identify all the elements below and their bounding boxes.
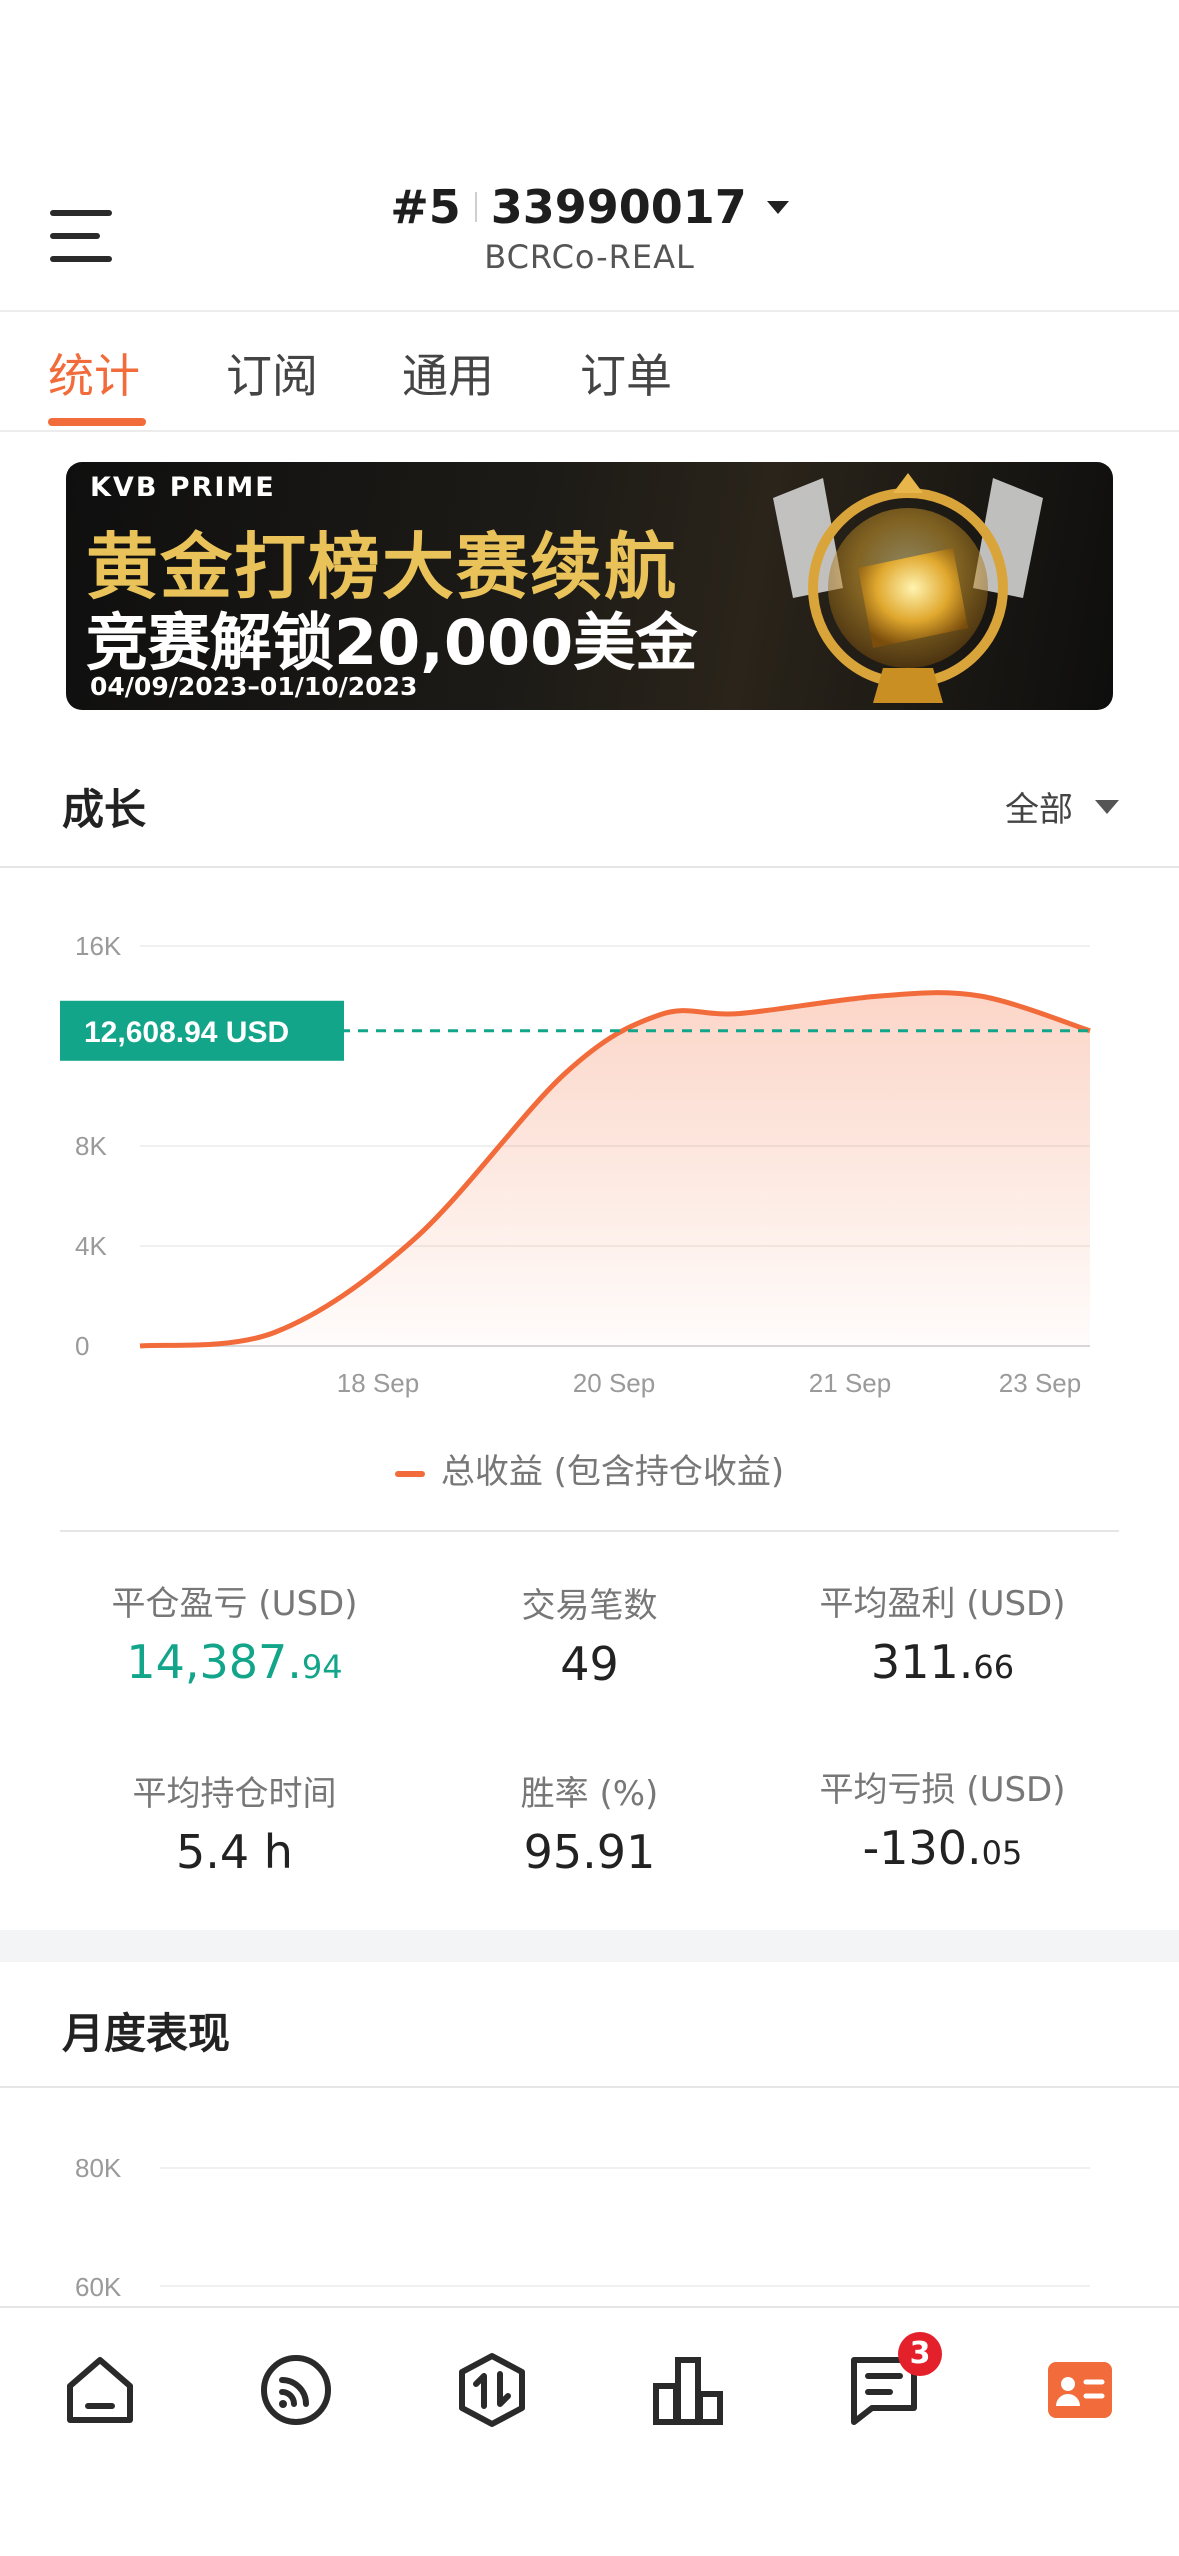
legend-label: 总收益 (包含持仓收益) [440, 1452, 785, 1492]
chart-legend: 总收益 (包含持仓收益) [0, 1444, 1179, 1493]
stat-label: 平均持仓时间 [132, 1774, 337, 1814]
x-tick-label: 21 Sep [809, 1368, 891, 1398]
period-filter-dropdown[interactable]: 全部 [1005, 782, 1119, 831]
bottom-navigation: 3 [0, 2306, 1179, 2556]
stat-trade-count: 交易笔数 49 [393, 1578, 786, 1691]
account-rank: #5 [390, 180, 461, 234]
tab-bar: 统计 订阅 通用 订单 [0, 314, 1179, 432]
monthly-chart: 80K 60K [75, 2153, 1090, 2302]
account-switcher[interactable]: #5 33990017 BCRCo-REAL [0, 180, 1179, 276]
x-tick-label: 23 Sep [999, 1368, 1081, 1398]
banner-subtitle: 竞赛解锁20,000美金 [86, 606, 698, 679]
feed-icon [261, 2355, 331, 2425]
nav-trade[interactable] [452, 2350, 532, 2430]
y-tick-label: 0 [75, 1331, 89, 1361]
stat-label: 平仓盈亏 (USD) [111, 1584, 358, 1624]
stat-label: 交易笔数 [521, 1586, 658, 1626]
tab-orders[interactable]: 订单 [580, 340, 672, 406]
dropdown-caret-icon [766, 200, 789, 214]
trade-icon [459, 2353, 525, 2427]
stat-value: 14,387.94 [126, 1635, 343, 1689]
stat-closed-pnl: 平仓盈亏 (USD) 14,387.94 [38, 1576, 431, 1689]
stat-value: 5.4 h [176, 1825, 293, 1879]
nav-profile[interactable] [1040, 2350, 1120, 2430]
promo-banner[interactable]: KVB PRIME 黄金打榜大赛续航 竞赛解锁20,000美金 04/09/20… [66, 462, 1113, 710]
monthly-tick: 80K [75, 2153, 122, 2183]
app-header: #5 33990017 BCRCo-REAL [0, 0, 1179, 312]
stat-label: 胜率 (%) [520, 1774, 659, 1814]
current-value-tag: 12,608.94 USD [60, 1000, 344, 1061]
account-server: BCRCo-REAL [484, 238, 695, 276]
period-filter-label: 全部 [1005, 790, 1073, 830]
tab-general[interactable]: 通用 [402, 340, 494, 406]
section-divider [0, 2086, 1179, 2088]
y-tick-label: 4K [75, 1231, 107, 1261]
account-separator [474, 192, 477, 222]
y-tick-label: 16K [75, 931, 122, 961]
stat-win-rate: 胜率 (%) 95.91 [393, 1766, 786, 1879]
banner-date-range: 04/09/2023–01/10/2023 [90, 672, 418, 701]
stats-divider [60, 1530, 1119, 1532]
stat-value: 49 [560, 1637, 619, 1691]
stat-avg-holding-time: 平均持仓时间 5.4 h [38, 1766, 431, 1879]
banner-brand: KVB PRIME [90, 472, 276, 503]
rank-icon [653, 2357, 723, 2425]
active-tab-indicator [48, 418, 146, 426]
stat-value: 311.66 [870, 1635, 1015, 1689]
stat-avg-loss: 平均亏损 (USD) -130.05 [746, 1762, 1139, 1875]
home-icon [67, 2357, 133, 2423]
growth-chart: 12,608.94 USD 0 4K 8K 16K 18 Sep 20 Sep 21 Sep… [60, 931, 1091, 1398]
section-gap [0, 1930, 1179, 1962]
tab-statistics[interactable]: 统计 [48, 340, 140, 406]
nav-feed[interactable] [256, 2350, 336, 2430]
nav-messages[interactable]: 3 [844, 2332, 942, 2430]
chevron-down-icon [1095, 799, 1119, 814]
tab-subscriptions[interactable]: 订阅 [226, 340, 318, 406]
y-tick-label: 8K [75, 1131, 107, 1161]
monthly-tick: 60K [75, 2272, 122, 2302]
x-tick-label: 20 Sep [573, 1368, 655, 1398]
message-badge: 3 [898, 2332, 942, 2376]
stat-label: 平均亏损 (USD) [819, 1770, 1066, 1810]
trophy-icon [773, 473, 1043, 703]
current-value-label: 12,608.94 USD [84, 1016, 289, 1049]
nav-rank[interactable] [648, 2350, 728, 2430]
x-tick-label: 18 Sep [337, 1368, 419, 1398]
monthly-title: 月度表现 [62, 2009, 231, 2058]
stat-value: 95.91 [523, 1825, 656, 1879]
section-divider [0, 866, 1179, 868]
stat-avg-profit: 平均盈利 (USD) 311.66 [746, 1576, 1139, 1689]
stat-label: 平均盈利 (USD) [819, 1584, 1066, 1624]
growth-title: 成长 [62, 785, 147, 834]
account-number: 33990017 [490, 180, 747, 234]
stat-value: -130.05 [862, 1821, 1023, 1875]
profile-icon [1048, 2362, 1112, 2418]
nav-home[interactable] [60, 2350, 140, 2430]
legend-swatch [394, 1470, 425, 1477]
